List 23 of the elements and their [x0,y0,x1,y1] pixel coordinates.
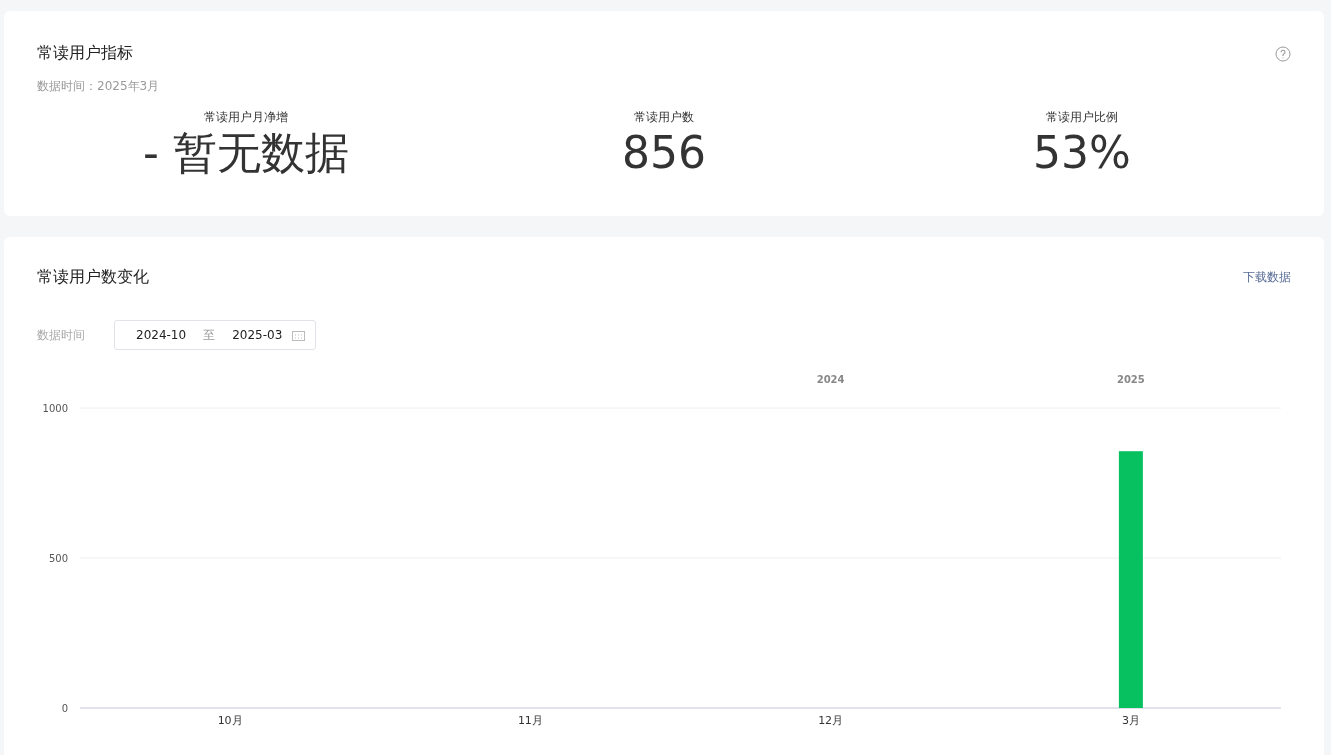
help-icon[interactable] [1275,45,1291,62]
y-tick-label: 500 [48,552,68,564]
calendar-icon [292,329,305,341]
metric-value: 53% [1033,128,1131,178]
date-range-field[interactable]: 2024-10 至 2025-03 [114,320,316,350]
metric-label: 常读用户比例 [1046,109,1118,126]
metric-label: 常读用户月净增 [204,109,288,126]
x-tick-label: 3月 [1121,714,1140,727]
metric-value: 856 [622,128,706,178]
download-link[interactable]: 下载数据 [1243,269,1291,286]
y-tick-label: 0 [61,702,68,714]
x-tick-label: 10月 [217,714,243,727]
metric-value: - 暂无数据 [143,128,349,178]
year-label: 2025 [1116,374,1145,385]
card-title: 常读用户指标 [37,43,133,64]
card-title: 常读用户数变化 [37,267,149,288]
year-label: 2024 [816,374,845,385]
x-tick-label: 11月 [517,714,543,727]
field-label: 数据时间 [37,326,86,344]
data-time-text: 数据时间：2025年3月 [37,78,160,95]
y-tick-label: 1000 [42,402,68,414]
x-tick-label: 12月 [818,714,844,727]
metric-label: 常读用户数 [634,109,694,126]
